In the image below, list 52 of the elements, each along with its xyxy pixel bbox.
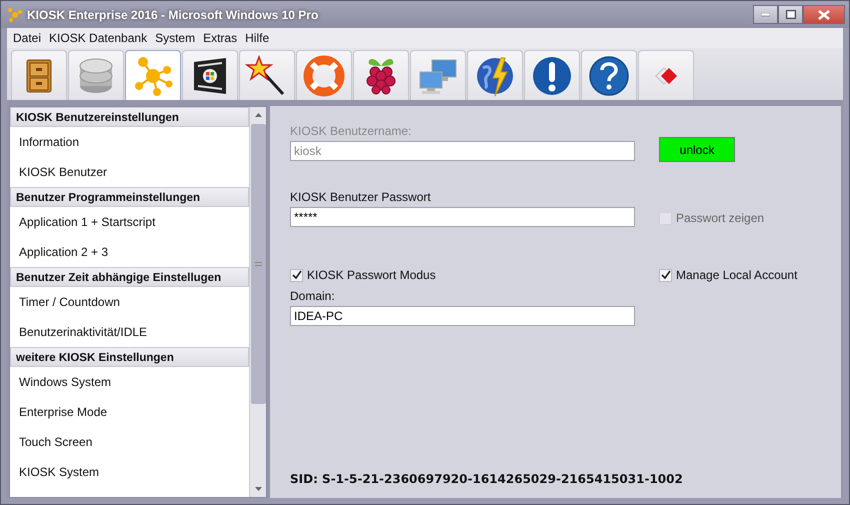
field-label: KIOSK Benutzername: (290, 125, 412, 138)
sidebar-item[interactable]: Benutzerinaktivität/IDLE (10, 317, 249, 347)
menu-item[interactable]: Extras (199, 29, 242, 47)
sidebar-item[interactable]: Windows System (10, 367, 249, 397)
scrollbar[interactable] (249, 107, 266, 497)
menu-item[interactable]: System (151, 29, 200, 47)
menu-item[interactable]: Hilfe (241, 29, 274, 47)
sidebar-item[interactable]: Touch Screen (10, 427, 249, 457)
checkbox[interactable] (290, 268, 303, 282)
input-field[interactable]: ***** (290, 207, 635, 227)
sidebar-item[interactable]: Application 2 + 3 (10, 237, 249, 267)
checkbox-label: Manage Local Account (676, 267, 798, 284)
maximize-icon (786, 10, 796, 19)
toolbar-button[interactable] (353, 50, 409, 100)
minimize-button[interactable] (753, 5, 778, 24)
sidebar-item[interactable]: KIOSK System (10, 457, 249, 487)
sidebar-item[interactable]: Information (10, 127, 249, 157)
group-header: Benutzer Zeit abhängige Einstellugen (10, 267, 249, 287)
sid-text: SID: S-1-5-21-2360697920-1614265029-2165415031-1002 (290, 471, 684, 488)
field-label: KIOSK Benutzer Passwort (290, 191, 432, 204)
sidebar-item[interactable]: Enterprise Mode (10, 397, 249, 427)
check-icon (292, 270, 302, 280)
input-field[interactable]: IDEA-PC (290, 306, 635, 326)
sidebar-item[interactable]: Application 1 + Startscript (10, 207, 249, 237)
toolbar-button[interactable] (524, 50, 580, 100)
group-header: Benutzer Programmeinstellungen (10, 187, 249, 207)
sidebar-item[interactable]: KIOSK Benutzer (10, 157, 249, 187)
scroll-thumb[interactable] (250, 124, 266, 404)
toolbar-button[interactable] (182, 50, 238, 100)
help-icon (587, 54, 631, 98)
lifebuoy-icon (302, 54, 346, 98)
app-icon (7, 6, 23, 22)
grip-icon (254, 262, 262, 266)
menu-item[interactable]: KIOSK Datenbank (45, 29, 152, 47)
checkbox-label: Passwort zeigen (676, 210, 764, 227)
unlock-button[interactable]: unlock (659, 137, 735, 162)
toolbar-button[interactable] (11, 50, 67, 100)
toolbar-button[interactable] (581, 50, 637, 100)
field-label: Domain: (290, 290, 336, 303)
window-title: KIOSK Enterprise 2016 - Microsoft Windows 10 Pro (27, 6, 318, 24)
checkbox[interactable] (659, 268, 672, 282)
maximize-button[interactable] (778, 5, 803, 24)
close-button[interactable] (803, 5, 845, 24)
check-icon (660, 270, 670, 280)
group-header: KIOSK Benutzereinstellungen (10, 107, 249, 127)
minimize-icon (761, 12, 770, 16)
toolbar-button[interactable] (239, 50, 295, 100)
checkbox-label: KIOSK Passwort Modus (307, 267, 436, 284)
sidebar-item[interactable]: Timer / Countdown (10, 287, 249, 317)
close-icon (818, 10, 830, 20)
menu-item[interactable]: Datei (9, 29, 46, 47)
group-header: weitere KIOSK Einstellungen (10, 347, 249, 367)
